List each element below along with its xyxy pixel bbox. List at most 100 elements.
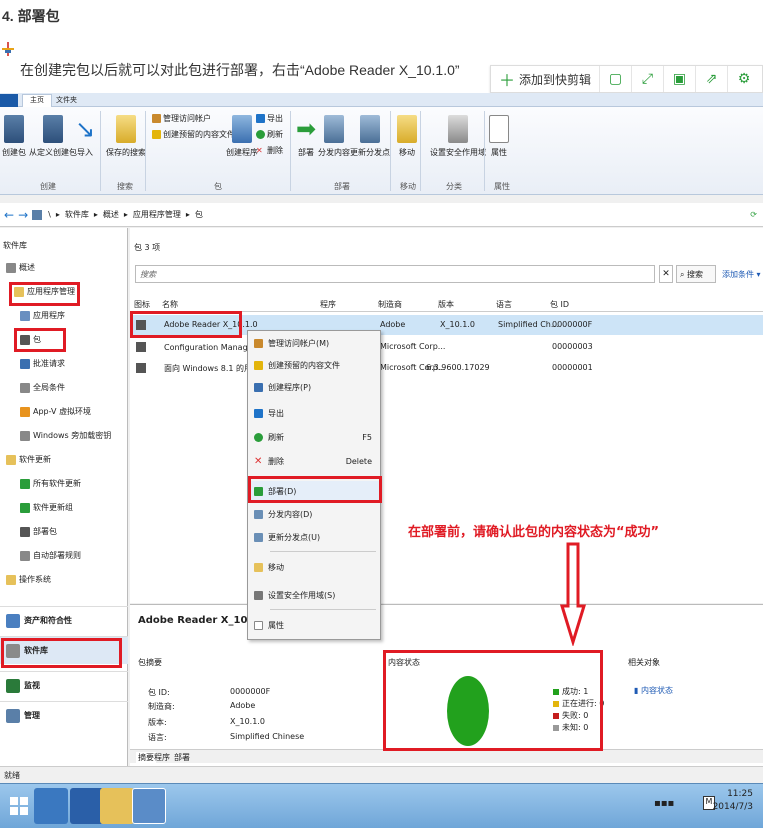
tree-item-approval-requests[interactable]: 批准请求	[20, 358, 65, 369]
row-package-id: 00000003	[552, 342, 593, 351]
save-icon[interactable]: ▣	[664, 66, 697, 92]
menu-move[interactable]: 移动	[248, 557, 382, 577]
saved-searches-button[interactable]: 保存的搜索	[106, 115, 146, 158]
tab-folder[interactable]: 文件夹	[56, 95, 77, 105]
update-icon	[20, 478, 30, 489]
refresh-icon[interactable]: ⟳	[750, 210, 757, 219]
tab-home[interactable]: 主页	[22, 94, 52, 107]
workspace-assets[interactable]: 资产和符合性	[0, 606, 128, 634]
menu-refresh[interactable]: 刷新 F5	[248, 427, 382, 447]
tree-item-adr[interactable]: 自动部署规则	[20, 550, 81, 561]
col-program[interactable]: 程序	[320, 299, 336, 310]
powershell-icon[interactable]	[70, 788, 104, 824]
package-icon	[136, 363, 146, 373]
table-row[interactable]: 面向 Windows 8.1 的用户状 Microsoft Corp... 6.…	[130, 358, 763, 378]
manage-access-accounts-button[interactable]: 管理访问帐户	[152, 113, 211, 124]
search-input[interactable]: 搜索	[135, 265, 655, 283]
create-program-button[interactable]: 创建程序	[226, 115, 258, 158]
delete-button[interactable]: ✕ 删除	[256, 145, 283, 156]
tab-summary[interactable]: 摘要	[136, 752, 156, 763]
field-value: Simplified Chinese	[230, 732, 305, 741]
delete-x-icon: ✕	[256, 146, 263, 155]
settings-icon[interactable]: ⚙	[728, 66, 760, 92]
breadcrumb-root[interactable]: \	[48, 210, 51, 219]
search-button[interactable]: ⌕ 搜索	[676, 265, 716, 283]
expand-icon[interactable]: ⤢	[632, 66, 665, 92]
main-list-pane	[130, 228, 763, 603]
properties-button[interactable]: 属性	[489, 115, 509, 158]
tree-item-overview[interactable]: 概述	[6, 262, 35, 273]
col-language[interactable]: 语言	[496, 299, 512, 310]
forward-arrow-icon[interactable]: →	[18, 208, 28, 222]
related-content-status-link[interactable]: ▮ 内容状态	[634, 685, 673, 696]
menu-update-distribution-points[interactable]: 更新分发点(U)	[248, 527, 382, 547]
section-package-summary: 包摘要	[138, 658, 162, 667]
table-row[interactable]: Configuration Manager 客 Microsoft Corp..…	[130, 337, 763, 357]
add-to-clip-button[interactable]: ＋添加到快剪辑	[491, 66, 601, 92]
app-menu-button[interactable]	[0, 94, 18, 107]
server-manager-icon[interactable]	[34, 788, 68, 824]
tree-item-applications[interactable]: 应用程序	[20, 310, 65, 321]
workspace-administration[interactable]: 管理	[0, 701, 128, 729]
frame-icon[interactable]: ▢	[600, 66, 633, 92]
tree-item-software-updates[interactable]: 软件更新	[6, 454, 51, 465]
update-distribution-points-button[interactable]: 更新分发点	[350, 115, 390, 158]
taskbar: ▪▪▪ M	[0, 783, 763, 828]
tree-item-os[interactable]: 操作系统	[6, 574, 51, 585]
breadcrumb-app-mgmt[interactable]: 应用程序管理	[133, 209, 181, 220]
create-from-definition-button[interactable]: 从定义创建包	[29, 115, 77, 158]
workspace-monitoring[interactable]: 监视	[0, 671, 128, 699]
menu-create-program[interactable]: 创建程序(P)	[248, 377, 382, 397]
move-button[interactable]: 移动	[397, 115, 417, 158]
tab-deployments[interactable]: 部署	[174, 752, 190, 763]
breadcrumb-library[interactable]: 软件库	[65, 209, 89, 220]
create-prestaged-content-button[interactable]: 创建预留的内容文件	[152, 129, 235, 140]
col-name[interactable]: 名称	[162, 299, 178, 310]
export-button[interactable]: 导出	[256, 113, 283, 124]
menu-create-prestaged-content[interactable]: 创建预留的内容文件	[248, 355, 382, 375]
tree-item-deployment-packages[interactable]: 部署包	[20, 526, 57, 537]
search-icon: ⌕	[680, 270, 688, 279]
tree-item-sideload-keys[interactable]: Windows 旁加载密钥	[20, 430, 111, 441]
col-version[interactable]: 版本	[438, 299, 454, 310]
row-manufacturer: Adobe	[380, 320, 406, 329]
col-icon[interactable]: 图标	[134, 299, 150, 310]
menu-manage-access-accounts[interactable]: 管理访问帐户(M)	[248, 333, 382, 353]
tray-icons[interactable]: ▪▪▪	[654, 798, 674, 809]
tree-item-update-groups[interactable]: 软件更新组	[20, 502, 73, 513]
condition-icon	[20, 382, 30, 393]
export-icon	[256, 114, 265, 123]
col-package-id[interactable]: 包 ID	[550, 299, 569, 310]
breadcrumb-packages[interactable]: 包	[195, 209, 203, 220]
explorer-icon[interactable]	[100, 788, 134, 824]
add-criteria-link[interactable]: 添加条件 ▾	[722, 269, 761, 280]
import-button[interactable]: ↘ 导入	[75, 115, 95, 158]
tab-programs[interactable]: 程序	[154, 752, 170, 763]
overview-icon	[6, 262, 16, 273]
deploy-button[interactable]: ➡ 部署	[296, 115, 316, 158]
start-button[interactable]	[2, 788, 36, 824]
tray-clock[interactable]: 11:25 2014/7/3	[713, 788, 753, 814]
instruction-paragraph: 在创建完包以后就可以对此包进行部署，右击“Adobe Reader X_10.1…	[20, 62, 460, 78]
menu-export[interactable]: 导出	[248, 403, 382, 423]
menu-distribute-content[interactable]: 分发内容(D)	[248, 504, 382, 524]
tree-item-all-updates[interactable]: 所有软件更新	[20, 478, 81, 489]
breadcrumb-overview[interactable]: 概述	[103, 209, 119, 220]
share-icon[interactable]: ⇗	[696, 66, 729, 92]
field-label: 版本:	[148, 718, 167, 727]
set-security-scopes-button[interactable]: 设置安全作用域	[430, 115, 486, 158]
config-manager-console-icon[interactable]	[132, 788, 166, 824]
menu-properties[interactable]: 属性	[248, 615, 382, 635]
tree-item-appv-env[interactable]: App-V 虚拟环境	[20, 406, 91, 417]
distribute-icon	[254, 509, 263, 519]
create-package-button[interactable]: 创建包	[2, 115, 26, 158]
refresh-button[interactable]: 刷新	[256, 129, 283, 140]
col-manufacturer[interactable]: 制造商	[378, 299, 402, 310]
back-arrow-icon[interactable]: ←	[4, 208, 14, 222]
distribute-content-button[interactable]: 分发内容	[318, 115, 350, 158]
menu-set-security-scopes[interactable]: 设置安全作用域(S)	[248, 585, 382, 605]
tree-item-global-conditions[interactable]: 全局条件	[20, 382, 65, 393]
menu-delete[interactable]: ✕ 删除 Delete	[248, 451, 382, 471]
field-label: 语言:	[148, 733, 167, 742]
clear-search-icon[interactable]: ✕	[659, 265, 673, 283]
